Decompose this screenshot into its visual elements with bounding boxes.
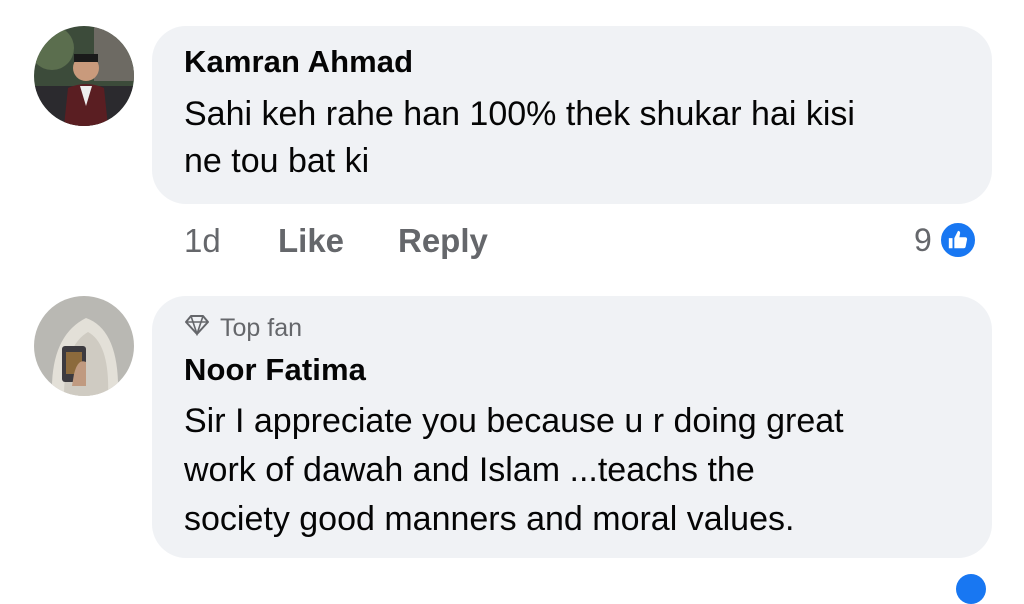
top-fan-badge[interactable]: Top fan: [184, 314, 302, 343]
like-button[interactable]: Like: [278, 222, 344, 260]
badge-label: Top fan: [220, 314, 303, 342]
comment-text-line: Sahi keh rahe han 100% thek shukar hai k…: [184, 95, 855, 133]
reaction-summary[interactable]: 9: [914, 220, 978, 260]
reply-button[interactable]: Reply: [398, 222, 488, 260]
comment-author[interactable]: Noor Fatima: [184, 352, 366, 388]
comment-text-line: Sir I appreciate you because u r doing g…: [184, 402, 844, 440]
avatar-kamran-ahmad[interactable]: [34, 26, 134, 126]
diamond-icon: [184, 314, 210, 343]
avatar-noor-fatima[interactable]: [34, 296, 134, 396]
thumbs-up-icon: [937, 220, 978, 260]
comment-text-line: ne tou bat ki: [184, 142, 370, 180]
comment-text-line: society good manners and moral values.: [184, 500, 795, 538]
comment-timestamp[interactable]: 1d: [184, 222, 221, 260]
comment-author[interactable]: Kamran Ahmad: [184, 44, 413, 80]
comment-text-line: work of dawah and Islam ...teachs the: [184, 451, 755, 489]
reaction-count: 9: [914, 221, 932, 258]
